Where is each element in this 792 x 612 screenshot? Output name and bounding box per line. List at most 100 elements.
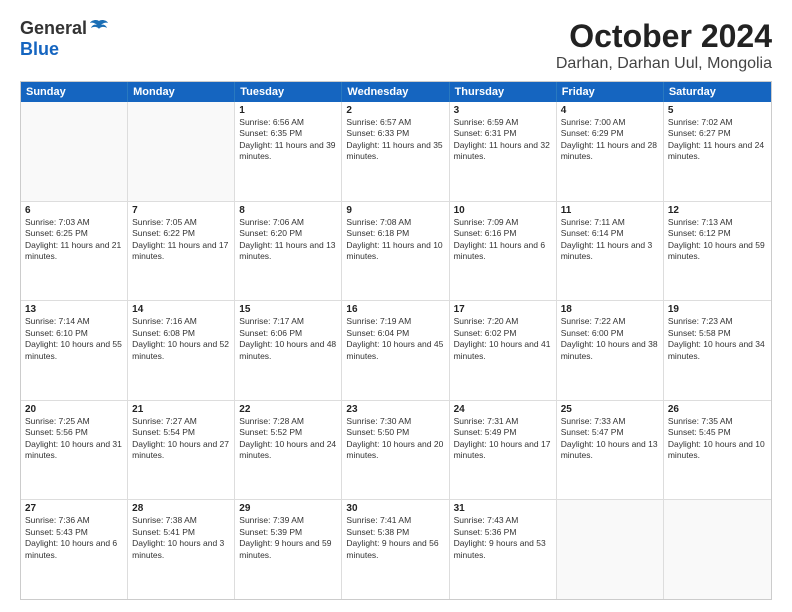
cell-content: Sunrise: 6:56 AMSunset: 6:35 PMDaylight:… xyxy=(239,117,337,163)
day-number: 28 xyxy=(132,503,230,514)
header-sunday: Sunday xyxy=(21,82,128,102)
cell-content: Sunrise: 7:13 AMSunset: 6:12 PMDaylight:… xyxy=(668,217,767,263)
table-row: 16Sunrise: 7:19 AMSunset: 6:04 PMDayligh… xyxy=(342,301,449,400)
cell-content: Sunrise: 7:27 AMSunset: 5:54 PMDaylight:… xyxy=(132,416,230,462)
table-row: 13Sunrise: 7:14 AMSunset: 6:10 PMDayligh… xyxy=(21,301,128,400)
logo-general: General xyxy=(20,18,87,39)
cell-content: Sunrise: 7:06 AMSunset: 6:20 PMDaylight:… xyxy=(239,217,337,263)
cell-content: Sunrise: 7:28 AMSunset: 5:52 PMDaylight:… xyxy=(239,416,337,462)
table-row: 7Sunrise: 7:05 AMSunset: 6:22 PMDaylight… xyxy=(128,202,235,301)
cell-content: Sunrise: 7:31 AMSunset: 5:49 PMDaylight:… xyxy=(454,416,552,462)
title-area: October 2024 Darhan, Darhan Uul, Mongoli… xyxy=(556,18,772,73)
cell-content: Sunrise: 7:22 AMSunset: 6:00 PMDaylight:… xyxy=(561,316,659,362)
header-wednesday: Wednesday xyxy=(342,82,449,102)
table-row: 25Sunrise: 7:33 AMSunset: 5:47 PMDayligh… xyxy=(557,401,664,500)
cell-content: Sunrise: 7:38 AMSunset: 5:41 PMDaylight:… xyxy=(132,515,230,561)
cell-content: Sunrise: 7:14 AMSunset: 6:10 PMDaylight:… xyxy=(25,316,123,362)
day-number: 10 xyxy=(454,205,552,216)
cell-content: Sunrise: 7:41 AMSunset: 5:38 PMDaylight:… xyxy=(346,515,444,561)
table-row: 6Sunrise: 7:03 AMSunset: 6:25 PMDaylight… xyxy=(21,202,128,301)
day-number: 17 xyxy=(454,304,552,315)
header-saturday: Saturday xyxy=(664,82,771,102)
calendar-row-5: 27Sunrise: 7:36 AMSunset: 5:43 PMDayligh… xyxy=(21,499,771,599)
cell-content: Sunrise: 7:25 AMSunset: 5:56 PMDaylight:… xyxy=(25,416,123,462)
cell-content: Sunrise: 7:35 AMSunset: 5:45 PMDaylight:… xyxy=(668,416,767,462)
cell-content: Sunrise: 7:11 AMSunset: 6:14 PMDaylight:… xyxy=(561,217,659,263)
table-row: 17Sunrise: 7:20 AMSunset: 6:02 PMDayligh… xyxy=(450,301,557,400)
day-number: 20 xyxy=(25,404,123,415)
table-row: 27Sunrise: 7:36 AMSunset: 5:43 PMDayligh… xyxy=(21,500,128,599)
day-number: 14 xyxy=(132,304,230,315)
cell-content: Sunrise: 7:05 AMSunset: 6:22 PMDaylight:… xyxy=(132,217,230,263)
cell-content: Sunrise: 7:03 AMSunset: 6:25 PMDaylight:… xyxy=(25,217,123,263)
table-row: 3Sunrise: 6:59 AMSunset: 6:31 PMDaylight… xyxy=(450,102,557,201)
cell-content: Sunrise: 7:16 AMSunset: 6:08 PMDaylight:… xyxy=(132,316,230,362)
table-row: 31Sunrise: 7:43 AMSunset: 5:36 PMDayligh… xyxy=(450,500,557,599)
day-number: 27 xyxy=(25,503,123,514)
cell-content: Sunrise: 7:39 AMSunset: 5:39 PMDaylight:… xyxy=(239,515,337,561)
day-number: 1 xyxy=(239,105,337,116)
calendar-body: 1Sunrise: 6:56 AMSunset: 6:35 PMDaylight… xyxy=(21,102,771,599)
day-number: 21 xyxy=(132,404,230,415)
cell-content: Sunrise: 7:02 AMSunset: 6:27 PMDaylight:… xyxy=(668,117,767,163)
header-monday: Monday xyxy=(128,82,235,102)
calendar-row-2: 6Sunrise: 7:03 AMSunset: 6:25 PMDaylight… xyxy=(21,201,771,301)
day-number: 23 xyxy=(346,404,444,415)
header-friday: Friday xyxy=(557,82,664,102)
calendar-row-1: 1Sunrise: 6:56 AMSunset: 6:35 PMDaylight… xyxy=(21,102,771,201)
table-row: 29Sunrise: 7:39 AMSunset: 5:39 PMDayligh… xyxy=(235,500,342,599)
day-number: 9 xyxy=(346,205,444,216)
table-row: 18Sunrise: 7:22 AMSunset: 6:00 PMDayligh… xyxy=(557,301,664,400)
cell-content: Sunrise: 7:43 AMSunset: 5:36 PMDaylight:… xyxy=(454,515,552,561)
table-row: 21Sunrise: 7:27 AMSunset: 5:54 PMDayligh… xyxy=(128,401,235,500)
day-number: 11 xyxy=(561,205,659,216)
day-number: 30 xyxy=(346,503,444,514)
cell-content: Sunrise: 7:36 AMSunset: 5:43 PMDaylight:… xyxy=(25,515,123,561)
page-subtitle: Darhan, Darhan Uul, Mongolia xyxy=(556,55,772,73)
cell-content: Sunrise: 7:08 AMSunset: 6:18 PMDaylight:… xyxy=(346,217,444,263)
cell-content: Sunrise: 7:00 AMSunset: 6:29 PMDaylight:… xyxy=(561,117,659,163)
table-row xyxy=(664,500,771,599)
table-row: 20Sunrise: 7:25 AMSunset: 5:56 PMDayligh… xyxy=(21,401,128,500)
logo: General Blue xyxy=(20,18,109,60)
day-number: 5 xyxy=(668,105,767,116)
table-row xyxy=(557,500,664,599)
table-row: 11Sunrise: 7:11 AMSunset: 6:14 PMDayligh… xyxy=(557,202,664,301)
cell-content: Sunrise: 7:20 AMSunset: 6:02 PMDaylight:… xyxy=(454,316,552,362)
cell-content: Sunrise: 6:57 AMSunset: 6:33 PMDaylight:… xyxy=(346,117,444,163)
day-number: 12 xyxy=(668,205,767,216)
table-row: 24Sunrise: 7:31 AMSunset: 5:49 PMDayligh… xyxy=(450,401,557,500)
table-row: 9Sunrise: 7:08 AMSunset: 6:18 PMDaylight… xyxy=(342,202,449,301)
day-number: 25 xyxy=(561,404,659,415)
table-row: 4Sunrise: 7:00 AMSunset: 6:29 PMDaylight… xyxy=(557,102,664,201)
table-row: 15Sunrise: 7:17 AMSunset: 6:06 PMDayligh… xyxy=(235,301,342,400)
day-number: 4 xyxy=(561,105,659,116)
table-row: 22Sunrise: 7:28 AMSunset: 5:52 PMDayligh… xyxy=(235,401,342,500)
table-row: 1Sunrise: 6:56 AMSunset: 6:35 PMDaylight… xyxy=(235,102,342,201)
header: General Blue October 2024 Darhan, Darhan… xyxy=(20,18,772,73)
day-number: 22 xyxy=(239,404,337,415)
table-row xyxy=(21,102,128,201)
table-row: 26Sunrise: 7:35 AMSunset: 5:45 PMDayligh… xyxy=(664,401,771,500)
table-row: 5Sunrise: 7:02 AMSunset: 6:27 PMDaylight… xyxy=(664,102,771,201)
logo-blue: Blue xyxy=(20,39,59,59)
calendar-row-3: 13Sunrise: 7:14 AMSunset: 6:10 PMDayligh… xyxy=(21,300,771,400)
logo-bird-icon xyxy=(89,19,109,37)
day-number: 19 xyxy=(668,304,767,315)
cell-content: Sunrise: 7:09 AMSunset: 6:16 PMDaylight:… xyxy=(454,217,552,263)
day-number: 18 xyxy=(561,304,659,315)
table-row: 12Sunrise: 7:13 AMSunset: 6:12 PMDayligh… xyxy=(664,202,771,301)
day-number: 7 xyxy=(132,205,230,216)
table-row: 30Sunrise: 7:41 AMSunset: 5:38 PMDayligh… xyxy=(342,500,449,599)
page: General Blue October 2024 Darhan, Darhan… xyxy=(0,0,792,612)
cell-content: Sunrise: 7:33 AMSunset: 5:47 PMDaylight:… xyxy=(561,416,659,462)
cell-content: Sunrise: 7:23 AMSunset: 5:58 PMDaylight:… xyxy=(668,316,767,362)
header-tuesday: Tuesday xyxy=(235,82,342,102)
day-number: 16 xyxy=(346,304,444,315)
header-thursday: Thursday xyxy=(450,82,557,102)
page-title: October 2024 xyxy=(556,18,772,55)
table-row: 28Sunrise: 7:38 AMSunset: 5:41 PMDayligh… xyxy=(128,500,235,599)
cell-content: Sunrise: 7:30 AMSunset: 5:50 PMDaylight:… xyxy=(346,416,444,462)
day-number: 8 xyxy=(239,205,337,216)
day-number: 2 xyxy=(346,105,444,116)
